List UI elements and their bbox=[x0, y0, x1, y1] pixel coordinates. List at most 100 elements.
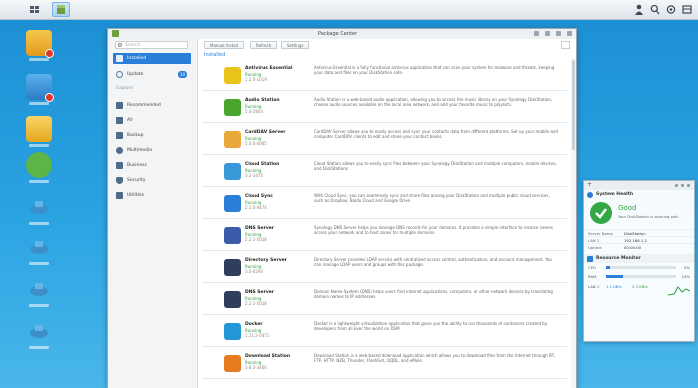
add-widget-button[interactable]: + bbox=[587, 181, 592, 188]
sidebar-item-utilities[interactable]: Utilities bbox=[113, 190, 191, 201]
sidebar-item-multimedia[interactable]: Multimedia bbox=[113, 145, 191, 156]
window-titlebar[interactable]: Package Center bbox=[108, 29, 576, 39]
package-row[interactable]: Directory Server Running 3.0-0290 Directory… bbox=[202, 252, 567, 283]
info-row: Uptime 00:00:00 bbox=[584, 243, 694, 250]
sidebar-item-label: Multimedia bbox=[127, 148, 153, 153]
info-key: Uptime bbox=[588, 245, 602, 250]
user-icon[interactable] bbox=[634, 4, 644, 15]
package-row[interactable]: Download Station Running 3.8.2-3466 Downloa… bbox=[202, 348, 567, 379]
sidebar-item-business[interactable]: Business bbox=[113, 160, 191, 171]
close-button[interactable] bbox=[567, 31, 572, 36]
package-row[interactable]: Antivirus Essential Running 1.2.0-1019 Anti… bbox=[202, 60, 567, 91]
package-description: Antivirus Essential is a fully functiona… bbox=[314, 65, 555, 75]
lan-label: LAN 1 bbox=[588, 284, 600, 289]
desktop-package-center-icon[interactable] bbox=[24, 30, 54, 70]
package-row[interactable]: Audio Station Running 5.4-2804 Audio Statio… bbox=[202, 92, 567, 123]
sidebar-item-all[interactable]: All bbox=[113, 115, 191, 126]
package-row[interactable]: CardDAV Server Running 5.0.0-0065 CardDAV S… bbox=[202, 124, 567, 155]
search-icon[interactable] bbox=[650, 4, 660, 15]
package-row[interactable]: Cloud Sync Running 2.1.0-0474 With Cloud Sy… bbox=[202, 188, 567, 219]
sidebar-item-label: Update bbox=[127, 72, 144, 77]
manual-install-button[interactable]: Manual Install bbox=[204, 41, 244, 49]
package-list: Installed Antivirus Essential Running 1.2.… bbox=[198, 50, 576, 388]
cpu-bar-fill bbox=[606, 266, 610, 269]
package-name: DNS Server bbox=[245, 290, 275, 295]
desktop-control-panel-icon[interactable] bbox=[24, 74, 54, 114]
system-health-status: Good Your DiskStation is working well. bbox=[584, 199, 694, 229]
ram-bar bbox=[606, 275, 676, 278]
package-row[interactable]: Cloud Station Running 3.2-3475 Cloud Statio… bbox=[202, 156, 567, 187]
section-title: Installed bbox=[204, 52, 226, 58]
resource-monitor-header: Resource Monitor bbox=[584, 254, 694, 263]
options-icon[interactable] bbox=[666, 4, 676, 15]
cpu-label: CPU bbox=[588, 265, 596, 270]
health-message: Your DiskStation is working well. bbox=[618, 214, 680, 219]
package-name: Audio Station bbox=[245, 98, 280, 103]
settings-button[interactable]: Settings bbox=[281, 41, 310, 49]
package-row[interactable]: DNS Server Running 2.2.2-5028 Domain Name S… bbox=[202, 284, 567, 315]
widget-option-dot[interactable] bbox=[681, 184, 684, 187]
thumbs-up-icon bbox=[116, 102, 123, 109]
lan-upload: 1.1 KB/s bbox=[606, 284, 622, 289]
desktop-app-icon[interactable] bbox=[24, 194, 54, 234]
desktop-file-station-icon[interactable] bbox=[24, 116, 54, 156]
package-description: Directory Server provides LDAP service w… bbox=[314, 257, 552, 267]
taskbar-package-center[interactable] bbox=[52, 2, 70, 17]
desktop-app-icon[interactable] bbox=[24, 276, 54, 316]
package-name: Docker bbox=[245, 322, 263, 327]
widget-option-dot[interactable] bbox=[687, 184, 690, 187]
package-row[interactable]: Docker Running 1.11.2-0471 Docker is a ligh… bbox=[202, 316, 567, 347]
check-icon bbox=[590, 202, 612, 224]
package-name: DNS Server bbox=[245, 226, 275, 231]
maximize-button[interactable] bbox=[556, 31, 561, 36]
main-menu-icon[interactable] bbox=[30, 6, 40, 14]
desktop-app-icon[interactable] bbox=[24, 318, 54, 358]
package-description: Synology DNS Server helps you manage DNS… bbox=[314, 225, 553, 235]
package-version: 2.2.2-5028 bbox=[245, 237, 267, 242]
package-version: 1.11.2-0471 bbox=[245, 333, 270, 338]
network-graph bbox=[668, 286, 690, 296]
package-description: Docker is a lightweight virtualization a… bbox=[314, 321, 548, 331]
desktop-help-icon[interactable] bbox=[24, 152, 54, 192]
sidebar-item-backup[interactable]: Backup bbox=[113, 130, 191, 141]
grid-icon bbox=[116, 117, 123, 124]
sidebar-item-label: Utilities bbox=[127, 193, 144, 198]
sidebar-item-update[interactable]: Update 10 bbox=[113, 69, 191, 80]
sidebar-item-label: Backup bbox=[127, 133, 144, 138]
scrollbar-thumb[interactable] bbox=[572, 60, 575, 150]
package-version: 3.2-3475 bbox=[245, 173, 263, 178]
scrollbar[interactable] bbox=[571, 58, 576, 388]
widget-title: Resource Monitor bbox=[596, 256, 641, 261]
refresh-button[interactable]: Refresh bbox=[250, 41, 278, 49]
toolbar: Manual Install Refresh Settings bbox=[198, 39, 576, 50]
widgets-icon[interactable] bbox=[682, 4, 692, 15]
monitor-icon bbox=[587, 256, 593, 262]
pin-button[interactable] bbox=[534, 31, 539, 36]
widget-panel: + System Health Good Your DiskStation is… bbox=[583, 180, 695, 342]
package-row[interactable]: DNS Server Running 2.2.2-5028 Synology DNS … bbox=[202, 220, 567, 251]
info-value: 00:00:00 bbox=[624, 245, 642, 250]
installed-icon bbox=[116, 55, 123, 62]
sidebar-item-installed[interactable]: Installed bbox=[113, 53, 191, 64]
sidebar-item-label: Business bbox=[127, 163, 147, 168]
refresh-icon bbox=[116, 71, 123, 78]
widget-title: System Health bbox=[596, 192, 634, 197]
minimize-button[interactable] bbox=[545, 31, 550, 36]
search-input[interactable]: Search bbox=[115, 41, 188, 49]
view-toggle-icon[interactable] bbox=[561, 41, 570, 49]
update-count-badge: 10 bbox=[177, 71, 187, 78]
search-icon bbox=[118, 43, 122, 47]
package-version: 5.4-2804 bbox=[245, 109, 263, 114]
package-version: 2.2.2-5028 bbox=[245, 301, 267, 306]
lan-row: LAN 1 1.1 KB/s 2.3 KB/s bbox=[584, 281, 694, 299]
desktop-app-icon[interactable] bbox=[24, 234, 54, 274]
sidebar-item-recommended[interactable]: Recommended bbox=[113, 100, 191, 111]
package-description: Download Station is a web-based download… bbox=[314, 353, 556, 363]
widget-toolbar: + bbox=[584, 181, 694, 190]
sidebar-item-security[interactable]: Security bbox=[113, 175, 191, 186]
ram-label: RAM bbox=[588, 274, 597, 279]
sidebar-item-label: Recommended bbox=[127, 103, 161, 108]
window-title: Package Center bbox=[318, 31, 358, 37]
widget-option-dot[interactable] bbox=[675, 184, 678, 187]
explore-header: Explore bbox=[116, 86, 133, 91]
